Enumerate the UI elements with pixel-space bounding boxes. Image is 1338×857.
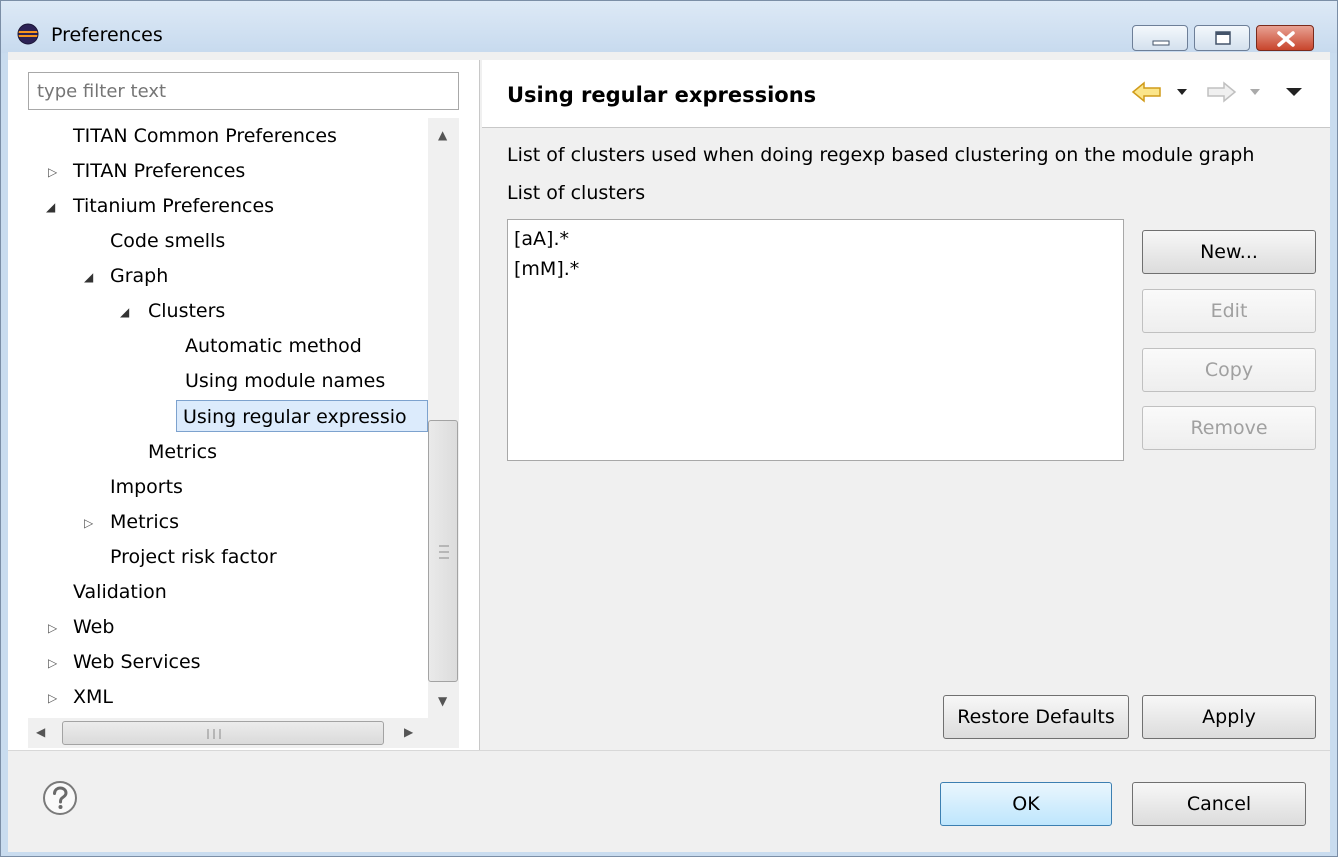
collapsed-arrow-icon[interactable]: ▷ (48, 612, 57, 644)
apply-button[interactable]: Apply (1142, 695, 1316, 739)
tree-item-project-risk-factor[interactable]: Project risk factor (110, 541, 277, 573)
tree-item-label: Code smells (110, 230, 226, 252)
tree-item-label: Using regular expressio (183, 406, 407, 428)
collapsed-arrow-icon[interactable]: ▷ (48, 647, 57, 679)
close-icon (1277, 31, 1295, 47)
filter-input[interactable] (28, 72, 459, 110)
tree-item-imports[interactable]: Imports (110, 471, 183, 503)
clusters-list-label: List of clusters (507, 182, 646, 204)
scroll-up-arrow-icon[interactable]: ▲ (438, 128, 447, 142)
ok-button[interactable]: OK (940, 782, 1112, 826)
tree-item-web[interactable]: Web (73, 611, 114, 643)
tree-item-clusters[interactable]: Clusters (148, 295, 225, 327)
restore-defaults-button[interactable]: Restore Defaults (943, 695, 1129, 739)
page-navigation (1131, 81, 1302, 103)
tree-item-validation[interactable]: Validation (73, 576, 167, 608)
tree-item-titan-preferences[interactable]: TITAN Preferences (73, 155, 245, 187)
expanded-arrow-icon[interactable]: ◢ (84, 261, 93, 293)
maximize-button[interactable] (1194, 25, 1250, 51)
list-item[interactable]: [mM].* (514, 254, 1117, 284)
window-title: Preferences (51, 24, 163, 46)
view-menu-icon[interactable] (1286, 88, 1302, 96)
tree-item-titan-common[interactable]: TITAN Common Preferences (73, 120, 337, 152)
tree-item-label: Graph (110, 265, 169, 287)
tree-item-label: Using module names (185, 370, 386, 392)
tree-item-titanium-preferences[interactable]: Titanium Preferences (73, 190, 274, 222)
help-icon[interactable] (42, 780, 78, 816)
tree-item-label: Titanium Preferences (73, 195, 275, 217)
collapsed-arrow-icon[interactable]: ▷ (48, 156, 57, 188)
scroll-down-arrow-icon[interactable]: ▼ (438, 694, 447, 708)
tree-item-label: XML (73, 686, 113, 708)
scroll-right-arrow-icon[interactable]: ▶ (404, 725, 413, 739)
close-button[interactable] (1256, 25, 1314, 51)
tree-item-label: Imports (110, 476, 183, 498)
tree-item-label: Web Services (73, 651, 201, 673)
clusters-list[interactable]: [aA].* [mM].* (507, 219, 1124, 461)
tree-item-using-regular-expressions[interactable]: Using regular expressio (176, 400, 428, 432)
back-arrow-icon[interactable] (1131, 81, 1161, 103)
tree-item-using-module-names[interactable]: Using module names (185, 365, 385, 397)
maximize-icon (1215, 31, 1231, 45)
tree-item-label: TITAN Preferences (73, 160, 246, 182)
collapsed-arrow-icon[interactable]: ▷ (48, 682, 57, 714)
list-item[interactable]: [aA].* (514, 224, 1117, 254)
expanded-arrow-icon[interactable]: ◢ (46, 191, 55, 223)
copy-button[interactable]: Copy (1142, 348, 1316, 392)
preference-tree[interactable]: TITAN Common Preferences ▷ TITAN Prefere… (28, 118, 428, 718)
tree-item-graph[interactable]: Graph (110, 260, 168, 292)
title-bar[interactable]: Preferences (1, 1, 1337, 53)
grip-icon (207, 729, 221, 739)
remove-button[interactable]: Remove (1142, 406, 1316, 450)
tree-item-xml[interactable]: XML (73, 681, 113, 713)
cancel-button[interactable]: Cancel (1132, 782, 1306, 826)
tree-item-graph-metrics[interactable]: Metrics (148, 436, 217, 468)
minimize-icon (1152, 40, 1170, 46)
tree-item-web-services[interactable]: Web Services (73, 646, 201, 678)
tree-item-metrics[interactable]: Metrics (110, 506, 179, 538)
forward-arrow-icon[interactable] (1207, 81, 1237, 103)
tree-item-label: Metrics (110, 511, 179, 533)
tree-vertical-scroll-thumb[interactable] (428, 420, 458, 682)
expanded-arrow-icon[interactable]: ◢ (120, 296, 129, 328)
collapsed-arrow-icon[interactable]: ▷ (84, 507, 93, 539)
scroll-left-arrow-icon[interactable]: ◀ (36, 725, 45, 739)
tree-item-label: Project risk factor (110, 546, 277, 568)
tree-item-automatic-method[interactable]: Automatic method (185, 330, 362, 362)
grip-icon (439, 545, 449, 559)
tree-item-label: Validation (73, 581, 167, 603)
tree-item-label: TITAN Common Preferences (73, 125, 337, 147)
back-menu-chevron-icon[interactable] (1177, 89, 1187, 95)
forward-menu-chevron-icon[interactable] (1250, 89, 1260, 95)
page-description: List of clusters used when doing regexp … (507, 144, 1255, 166)
tree-item-label: Clusters (148, 300, 226, 322)
edit-button[interactable]: Edit (1142, 289, 1316, 333)
minimize-button[interactable] (1132, 25, 1188, 51)
eclipse-icon (17, 23, 39, 45)
tree-item-label: Web (73, 616, 115, 638)
tree-horizontal-scroll-thumb[interactable] (62, 721, 384, 745)
tree-item-label: Metrics (148, 441, 217, 463)
new-button[interactable]: New... (1142, 230, 1316, 274)
tree-item-label: Automatic method (185, 335, 362, 357)
page-title: Using regular expressions (507, 83, 817, 107)
tree-item-code-smells[interactable]: Code smells (110, 225, 225, 257)
